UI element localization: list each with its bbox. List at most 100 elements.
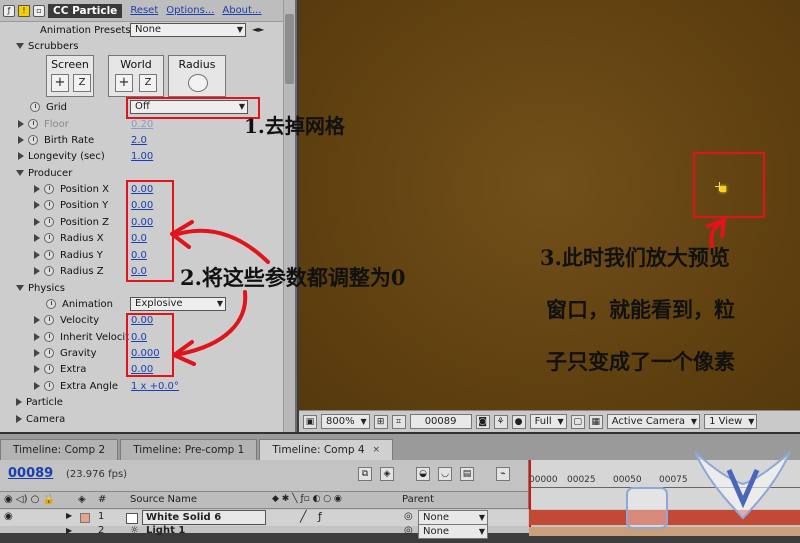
twirl-icon[interactable] <box>34 218 40 226</box>
stopwatch-icon[interactable] <box>44 184 54 194</box>
twirl-icon[interactable] <box>34 382 40 390</box>
tab-comp2[interactable]: Timeline: Comp 2 <box>0 439 119 460</box>
camera-view-dropdown[interactable]: Active Camera <box>606 414 701 429</box>
floor-label: Floor <box>44 118 69 130</box>
options-link[interactable]: Options... <box>166 5 214 16</box>
stopwatch-icon[interactable] <box>44 348 54 358</box>
viewer-timecode[interactable]: 00089 <box>409 414 472 429</box>
parent-header[interactable]: Parent <box>402 494 434 505</box>
stopwatch-icon[interactable] <box>30 102 40 112</box>
quality-switch-icon[interactable]: ╱ <box>300 510 307 523</box>
eye-icon[interactable]: ◉ <box>4 511 13 522</box>
stopwatch-icon[interactable] <box>44 266 54 276</box>
reset-link[interactable]: Reset <box>130 5 158 16</box>
floor-value[interactable]: 0.20 <box>131 119 153 130</box>
camera-group[interactable]: Camera <box>0 411 283 427</box>
shy-layers-icon[interactable]: ◡ <box>438 467 452 481</box>
stopwatch-icon[interactable] <box>44 332 54 342</box>
twirl-icon[interactable] <box>34 201 40 209</box>
scrubbers-row[interactable]: Scrubbers <box>0 38 283 54</box>
preset-arrows-icon[interactable]: ◄► <box>252 25 264 34</box>
safe-zones-icon[interactable]: ⊞ <box>373 414 388 429</box>
fx-toggle-icon[interactable]: ƒ <box>3 4 15 17</box>
parent-dropdown[interactable]: None <box>418 510 488 525</box>
show-snapshot-icon[interactable]: ⚘ <box>493 414 508 429</box>
close-icon[interactable]: × <box>373 440 381 460</box>
screen-z-button[interactable]: Z <box>73 74 91 92</box>
animation-dropdown[interactable]: Explosive <box>130 297 226 311</box>
effect-name[interactable]: CC Particle <box>48 3 123 18</box>
screen-plus-button[interactable]: + <box>51 74 69 92</box>
snapshot-camera-icon[interactable]: ◙ <box>475 414 490 429</box>
effect-controls-scrollbar[interactable] <box>283 0 295 432</box>
stopwatch-icon[interactable] <box>44 233 54 243</box>
comp-mini-flowchart-icon[interactable]: ⧉ <box>358 467 372 481</box>
twirl-icon[interactable] <box>34 251 40 259</box>
floor-twirl-icon[interactable] <box>18 120 24 128</box>
particle-group[interactable]: Particle <box>0 394 283 410</box>
pickwhip-icon[interactable]: ◎ <box>404 525 413 536</box>
birth-rate-value[interactable]: 2.0 <box>131 135 147 146</box>
stopwatch-icon[interactable] <box>28 119 38 129</box>
draft-3d-icon[interactable]: ◒ <box>416 467 430 481</box>
stopwatch-icon[interactable] <box>44 250 54 260</box>
source-name-header[interactable]: Source Name <box>130 494 197 505</box>
producer-param-label: Position Z <box>60 216 109 228</box>
camera-twirl-icon[interactable] <box>16 415 22 423</box>
stopwatch-icon[interactable] <box>44 381 54 391</box>
channels-icon[interactable]: ● <box>511 414 526 429</box>
pickwhip-icon[interactable]: ◎ <box>404 511 413 522</box>
tab-precomp1[interactable]: Timeline: Pre-comp 1 <box>120 439 258 460</box>
scrollbar-thumb[interactable] <box>285 14 294 84</box>
graph-editor-icon[interactable]: ⌁ <box>496 467 510 481</box>
radius-circle-button[interactable] <box>188 74 208 92</box>
live-update-icon[interactable]: ◈ <box>380 467 394 481</box>
world-plus-button[interactable]: + <box>115 74 133 92</box>
stopwatch-icon[interactable] <box>44 364 54 374</box>
effect-switch-icon[interactable]: ƒ <box>318 510 322 523</box>
view-layout-dropdown[interactable]: 1 View <box>704 414 758 429</box>
about-link[interactable]: About... <box>222 5 261 16</box>
twirl-icon[interactable] <box>34 185 40 193</box>
timeline-timecode[interactable]: 00089 <box>8 466 53 481</box>
particle-twirl-icon[interactable] <box>16 398 22 406</box>
tab-comp4[interactable]: Timeline: Comp 4 × <box>259 439 394 460</box>
twirl-icon[interactable] <box>34 316 40 324</box>
frame-blending-icon[interactable]: ▤ <box>460 467 474 481</box>
stopwatch-icon[interactable] <box>44 315 54 325</box>
physics-param-label: Velocity <box>60 314 100 326</box>
rulers-icon[interactable]: ⌗ <box>391 414 406 429</box>
twirl-icon[interactable] <box>34 267 40 275</box>
stopwatch-icon[interactable] <box>28 135 38 145</box>
longevity-value[interactable]: 1.00 <box>131 151 153 162</box>
twirl-icon[interactable]: ▶ <box>66 526 72 535</box>
twirl-icon[interactable] <box>34 234 40 242</box>
stopwatch-icon[interactable] <box>44 200 54 210</box>
layer-row[interactable]: ▶ 2 ☼ Light 1 ◎ None <box>0 524 528 543</box>
animation-presets-dropdown[interactable]: None <box>130 23 246 37</box>
physics-twirl-icon[interactable] <box>16 285 24 291</box>
region-of-interest-icon[interactable]: ▢ <box>570 414 585 429</box>
physics-param-value[interactable]: 1 x +0.0° <box>131 381 179 392</box>
lock-icon[interactable]: ▫ <box>33 4 45 17</box>
transparency-grid-icon[interactable]: ▦ <box>588 414 603 429</box>
twirl-icon[interactable] <box>34 333 40 341</box>
stopwatch-icon[interactable] <box>46 299 56 309</box>
longevity-twirl-icon[interactable] <box>18 152 24 160</box>
twirl-icon[interactable] <box>34 349 40 357</box>
always-preview-icon[interactable]: ▣ <box>303 414 317 429</box>
producer-group[interactable]: Producer <box>0 165 283 181</box>
birth-rate-twirl-icon[interactable] <box>18 136 24 144</box>
producer-twirl-icon[interactable] <box>16 170 24 176</box>
zoom-dropdown[interactable]: 800% <box>321 414 370 429</box>
resolution-dropdown[interactable]: Full <box>529 414 567 429</box>
label-color-swatch[interactable] <box>80 513 90 523</box>
twirl-icon[interactable] <box>34 365 40 373</box>
scrubbers-twirl-icon[interactable] <box>16 43 24 49</box>
parent-dropdown[interactable]: None <box>418 524 488 539</box>
layer-name[interactable]: Light 1 <box>146 525 185 536</box>
twirl-icon[interactable]: ▶ <box>66 511 72 520</box>
world-z-button[interactable]: Z <box>139 74 157 92</box>
stopwatch-icon[interactable] <box>44 217 54 227</box>
layer-name[interactable]: White Solid 6 <box>142 510 266 525</box>
